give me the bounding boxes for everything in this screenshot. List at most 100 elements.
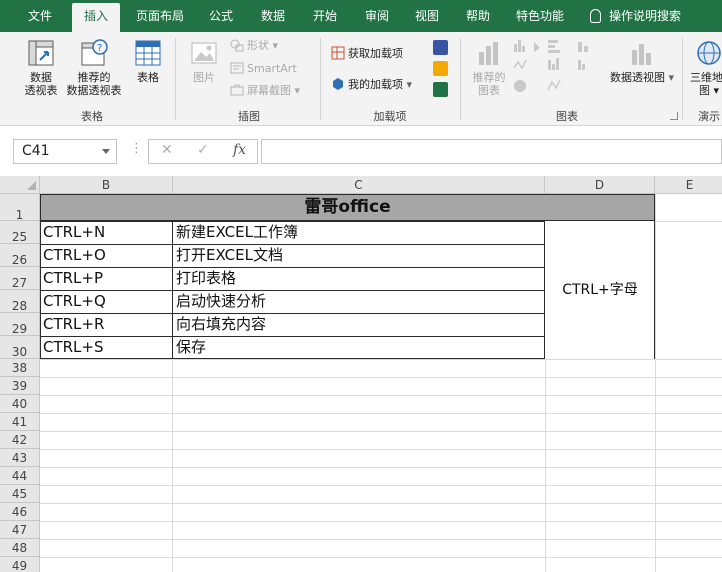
gridline: [40, 539, 722, 540]
3d-map-button[interactable]: 三维地 图 ▾: [690, 38, 722, 97]
check-icon[interactable]: ✓: [197, 142, 209, 158]
table-border: [40, 244, 545, 245]
worksheet-grid[interactable]: B C D E 1 25 26 27 28 29 30 38 39 40 41 …: [0, 176, 722, 572]
chevron-down-icon[interactable]: [102, 149, 110, 154]
row-header[interactable]: 43: [0, 449, 40, 467]
column-header-e[interactable]: E: [655, 176, 722, 194]
recommended-pivot-button[interactable]: ? 推荐的 数据透视表: [62, 38, 126, 97]
table-cell-key[interactable]: CTRL+Q: [40, 290, 173, 313]
row-header[interactable]: 38: [0, 359, 40, 377]
table-border: [40, 358, 545, 359]
gridline: [40, 449, 722, 450]
pivot-table-button[interactable]: 数据 透视表: [16, 38, 66, 97]
select-all-icon: [27, 181, 36, 190]
recommended-charts-button[interactable]: 推荐的 图表: [467, 38, 511, 97]
row-header[interactable]: 40: [0, 395, 40, 413]
tab-special-features[interactable]: 特色功能: [508, 0, 572, 32]
charts-dialog-launcher-icon[interactable]: [670, 112, 678, 120]
bing-icon[interactable]: [433, 61, 448, 76]
pivot-chart-icon: [632, 44, 651, 65]
pictures-button[interactable]: 图片: [184, 38, 224, 84]
row-header[interactable]: 47: [0, 521, 40, 539]
table-label: 表格: [137, 71, 159, 84]
pivot-chart-button[interactable]: 数据透视图 ▾: [606, 38, 678, 84]
row-header[interactable]: 29: [0, 313, 40, 336]
smartart-button[interactable]: SmartArt: [230, 60, 297, 78]
column-header-c[interactable]: C: [173, 176, 545, 194]
pivot-table-label-2: 透视表: [24, 84, 58, 97]
table-border: [40, 267, 545, 268]
table-cell-key[interactable]: CTRL+N: [40, 221, 173, 244]
people-graph-icon[interactable]: [433, 82, 448, 97]
row-header[interactable]: 26: [0, 244, 40, 267]
row-header[interactable]: 25: [0, 221, 40, 244]
tab-review[interactable]: 审阅: [354, 0, 400, 32]
table-border: [40, 221, 545, 222]
select-all-button[interactable]: [0, 176, 40, 194]
table-cell-desc[interactable]: 打开EXCEL文档: [173, 244, 545, 267]
gridline: [40, 377, 722, 378]
shapes-button[interactable]: 形状 ▾: [230, 37, 278, 55]
table-button[interactable]: 表格: [128, 38, 168, 84]
tab-view[interactable]: 视图: [404, 0, 450, 32]
group-separator: [682, 38, 683, 120]
tab-file[interactable]: 文件: [15, 0, 65, 32]
formula-input[interactable]: [261, 139, 722, 164]
table-cell-desc[interactable]: 新建EXCEL工作簿: [173, 221, 545, 244]
formula-bar: C41 ⋮ ✕ ✓ fx: [0, 126, 722, 176]
tell-me-search[interactable]: 操作说明搜索: [590, 0, 681, 32]
row-header[interactable]: 30: [0, 336, 40, 359]
group-label-tours: 演示: [698, 110, 720, 123]
get-addins-button[interactable]: 获取加载项: [331, 45, 403, 63]
table-cell-key[interactable]: CTRL+P: [40, 267, 173, 290]
title-cell[interactable]: 雷哥office: [40, 194, 655, 221]
row-header[interactable]: 46: [0, 503, 40, 521]
row-header[interactable]: 49: [0, 557, 40, 572]
row-header[interactable]: 42: [0, 431, 40, 449]
table-cell-desc[interactable]: 打印表格: [173, 267, 545, 290]
3d-map-label-1: 三维地: [690, 71, 722, 84]
column-header-d[interactable]: D: [545, 176, 655, 194]
smartart-label: SmartArt: [247, 62, 297, 75]
row-header[interactable]: 48: [0, 539, 40, 557]
gridline: [40, 359, 722, 360]
picture-icon: [191, 42, 217, 64]
store-icon: [331, 46, 345, 60]
table-cell-desc[interactable]: 向右填充内容: [173, 313, 545, 336]
tab-help[interactable]: 帮助: [455, 0, 501, 32]
tab-insert[interactable]: 插入: [72, 3, 120, 32]
table-cell-key[interactable]: CTRL+S: [40, 336, 173, 359]
table-cell-key[interactable]: CTRL+R: [40, 313, 173, 336]
row-header[interactable]: 41: [0, 413, 40, 431]
tab-page-layout[interactable]: 页面布局: [128, 0, 192, 32]
row-header[interactable]: 1: [0, 194, 40, 222]
gridline: [655, 194, 656, 572]
tab-home[interactable]: 开始: [302, 0, 348, 32]
row-header[interactable]: 44: [0, 467, 40, 485]
visio-icon[interactable]: [433, 40, 448, 55]
get-addins-label: 获取加载项: [348, 47, 403, 60]
table-cell-key[interactable]: CTRL+O: [40, 244, 173, 267]
table-cell-desc[interactable]: 保存: [173, 336, 545, 359]
merged-cell-d[interactable]: CTRL+字母: [545, 221, 655, 359]
my-addins-button[interactable]: 我的加载项 ▾: [331, 76, 412, 94]
row-header[interactable]: 27: [0, 267, 40, 290]
tab-formulas[interactable]: 公式: [198, 0, 244, 32]
tab-data[interactable]: 数据: [250, 0, 296, 32]
name-box[interactable]: C41: [13, 139, 117, 164]
row-header[interactable]: 28: [0, 290, 40, 313]
cancel-icon[interactable]: ✕: [161, 142, 173, 158]
column-header-b[interactable]: B: [40, 176, 173, 194]
lightbulb-icon: [590, 9, 601, 23]
chart-type-gallery-icons[interactable]: [512, 38, 604, 98]
screenshot-button[interactable]: 屏幕截图 ▾: [230, 82, 300, 100]
insert-function-icon[interactable]: fx: [233, 142, 246, 158]
table-icon: [135, 40, 161, 66]
group-label-addins: 加载项: [373, 110, 407, 123]
table-cell-desc[interactable]: 启动快速分析: [173, 290, 545, 313]
row-header[interactable]: 45: [0, 485, 40, 503]
formula-bar-grip-icon[interactable]: ⋮: [130, 141, 143, 156]
row-header[interactable]: 39: [0, 377, 40, 395]
gridline: [40, 503, 722, 504]
pictures-label: 图片: [193, 71, 215, 84]
